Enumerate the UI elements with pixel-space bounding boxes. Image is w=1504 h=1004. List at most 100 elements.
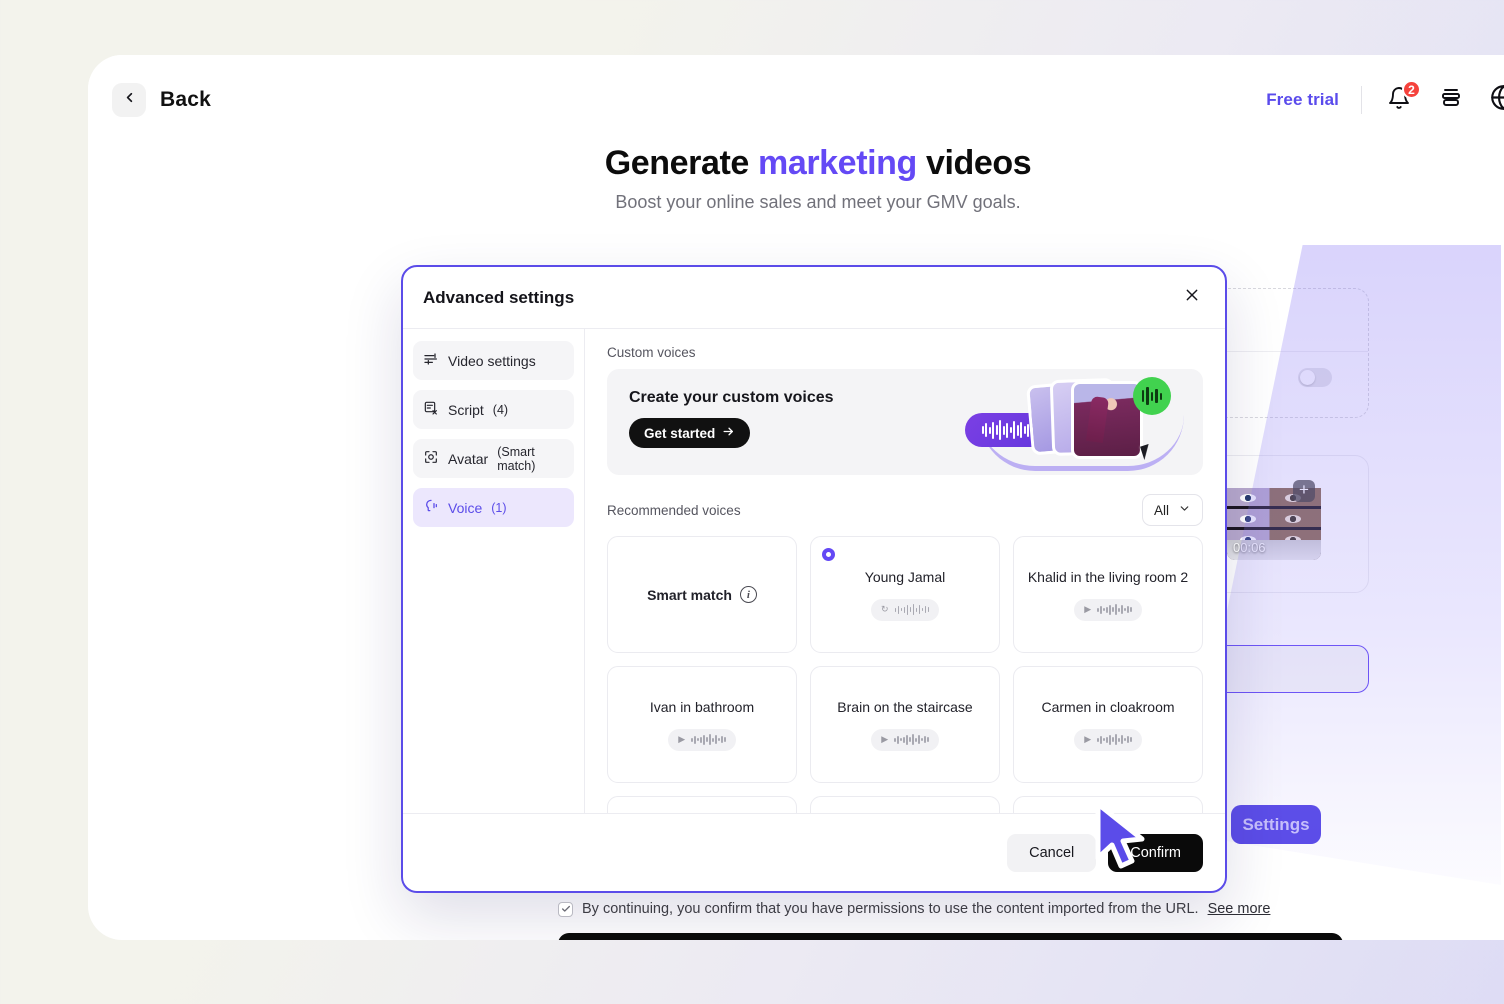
waveform-icon [894,734,929,746]
sidebar-count: (4) [492,402,509,417]
info-icon[interactable]: i [739,586,757,603]
voice-card-smart-match[interactable]: Smart match i [607,536,797,653]
clip-duration: 00:06 [1233,540,1266,555]
play-icon: ▶ [881,734,889,744]
wallet-button[interactable] [1436,85,1466,115]
voice-filter-select[interactable]: All [1141,494,1203,526]
sliders-icon [423,351,439,370]
voice-card-ivan-in-bathroom[interactable]: Ivan in bathroom ▶ [607,666,797,783]
close-icon [1184,287,1200,308]
sidebar-count: (1) [491,500,507,515]
confirm-button[interactable]: Confirm [1108,833,1203,872]
sidebar-item-video-settings[interactable]: Video settings [413,341,574,380]
custom-voices-promo: Create your custom voices Get started [607,369,1203,475]
dialog-sidebar: Video settings Script (4) Avatar (Smart … [403,329,585,813]
dialog-title: Advanced settings [423,287,575,307]
voice-card-title: Smart match i [637,586,767,603]
arrow-right-icon [722,425,735,441]
consent-text: By continuing, you confirm that you have… [582,901,1199,917]
chevron-left-icon [122,90,137,110]
voice-preview-player[interactable]: ↻ [870,598,940,621]
voice-card-label: Khalid in the living room 2 [1027,568,1189,585]
avatar-icon [423,449,439,468]
voice-card-label: Ivan in bathroom [649,698,755,715]
language-button[interactable] [1488,85,1504,115]
promo-artwork [965,371,1195,475]
voice-card-label: Smart match [647,586,732,603]
page-subtitle: Boost your online sales and meet your GM… [615,192,1021,212]
voice-preview-player[interactable]: ▶ [1074,728,1142,751]
sidebar-label: Avatar [448,450,489,467]
dialog-content: Custom voices Create your custom voices … [585,329,1225,813]
sidebar-label: Voice [448,499,483,516]
voice-preview-player[interactable]: ▶ [871,728,939,751]
page-hero: Generate marketing videos Boost your onl… [88,141,1504,213]
script-icon [423,400,439,419]
sidebar-label: Script [448,401,484,418]
voice-card-label: Brain on the staircase [837,698,973,715]
dialog-footer: Cancel Confirm [403,813,1225,891]
voice-badge-icon [1133,377,1171,415]
voice-card-partial[interactable] [607,796,797,813]
voice-card-khalid-living-room-2[interactable]: Khalid in the living room 2 ▶ [1013,536,1203,653]
voice-preview-player[interactable]: ▶ [1074,598,1142,621]
dialog-body: Video settings Script (4) Avatar (Smart … [403,329,1225,813]
sidebar-item-script[interactable]: Script (4) [413,390,574,429]
voice-filter-value: All [1153,502,1169,518]
page-title-post: videos [916,144,1032,182]
dialog-header: Advanced settings [403,267,1225,329]
sidebar-item-avatar[interactable]: Avatar (Smart match) [413,439,574,478]
voice-card-label: Carmen in cloakroom [1041,698,1175,715]
sidebar-item-voice[interactable]: Voice (1) [413,488,574,527]
loading-icon: ↻ [880,604,889,614]
waveform-icon [1097,734,1132,746]
page-title: Generate marketing videos [88,141,1504,185]
generate-button[interactable]: Generate [558,933,1343,940]
notifications-button[interactable]: 2 [1384,80,1421,115]
back-button[interactable] [112,83,146,117]
voice-card-carmen-in-cloakroom[interactable]: Carmen in cloakroom ▶ [1013,666,1203,783]
video-thumbnail[interactable]: + 00:06 [1227,474,1321,560]
voice-grid: Smart match i Young Jamal ↻ Khalid in th… [607,536,1203,813]
check-icon [561,905,570,912]
voice-icon [423,498,439,517]
get-started-label: Get started [644,425,716,441]
custom-voices-label: Custom voices [607,345,696,360]
plus-icon[interactable]: + [1293,480,1315,502]
waveform-icon [691,734,726,746]
play-icon: ▶ [678,734,686,744]
cancel-button[interactable]: Cancel [1007,833,1097,872]
settings-button[interactable]: Settings [1231,805,1321,844]
close-button[interactable] [1179,285,1205,311]
get-started-button[interactable]: Get started [629,418,751,448]
voice-card-partial[interactable] [810,796,1000,813]
page-title-pre: Generate [604,144,758,182]
waveform-icon [894,604,930,616]
see-more-link[interactable]: See more [1208,901,1271,917]
toolbar-divider [1361,86,1362,114]
play-icon: ▶ [1084,604,1092,614]
advanced-settings-dialog: Advanced settings Video settings Script … [401,265,1227,893]
play-icon: ▶ [1084,734,1092,744]
back-label: Back [160,88,212,111]
voice-card-young-jamal[interactable]: Young Jamal ↻ [810,536,1000,653]
consent-row: By continuing, you confirm that you have… [558,901,1270,917]
voice-card-brain-on-the-staircase[interactable]: Brain on the staircase ▶ [810,666,1000,783]
app-window: Back Free trial 2 Generate marketing vid… [88,55,1504,940]
free-trial-link[interactable]: Free trial [1266,90,1339,110]
bg-toggle[interactable] [1298,368,1332,387]
page-title-accent: marketing [758,144,917,182]
waveform-icon [1097,604,1132,616]
notification-badge: 2 [1402,80,1421,99]
recommended-voices-label: Recommended voices [607,502,741,518]
sidebar-label: Video settings [448,352,536,369]
radio-selected-icon[interactable] [822,548,835,561]
voice-preview-player[interactable]: ▶ [668,728,736,751]
recommended-header: Recommended voices All [607,494,1203,526]
back-nav[interactable]: Back [112,83,211,117]
voice-card-label: Young Jamal [864,568,946,585]
chevron-down-icon [1178,502,1191,518]
voice-card-partial[interactable] [1013,796,1203,813]
consent-checkbox[interactable] [558,901,573,917]
topbar-actions: Free trial 2 [1266,80,1504,115]
